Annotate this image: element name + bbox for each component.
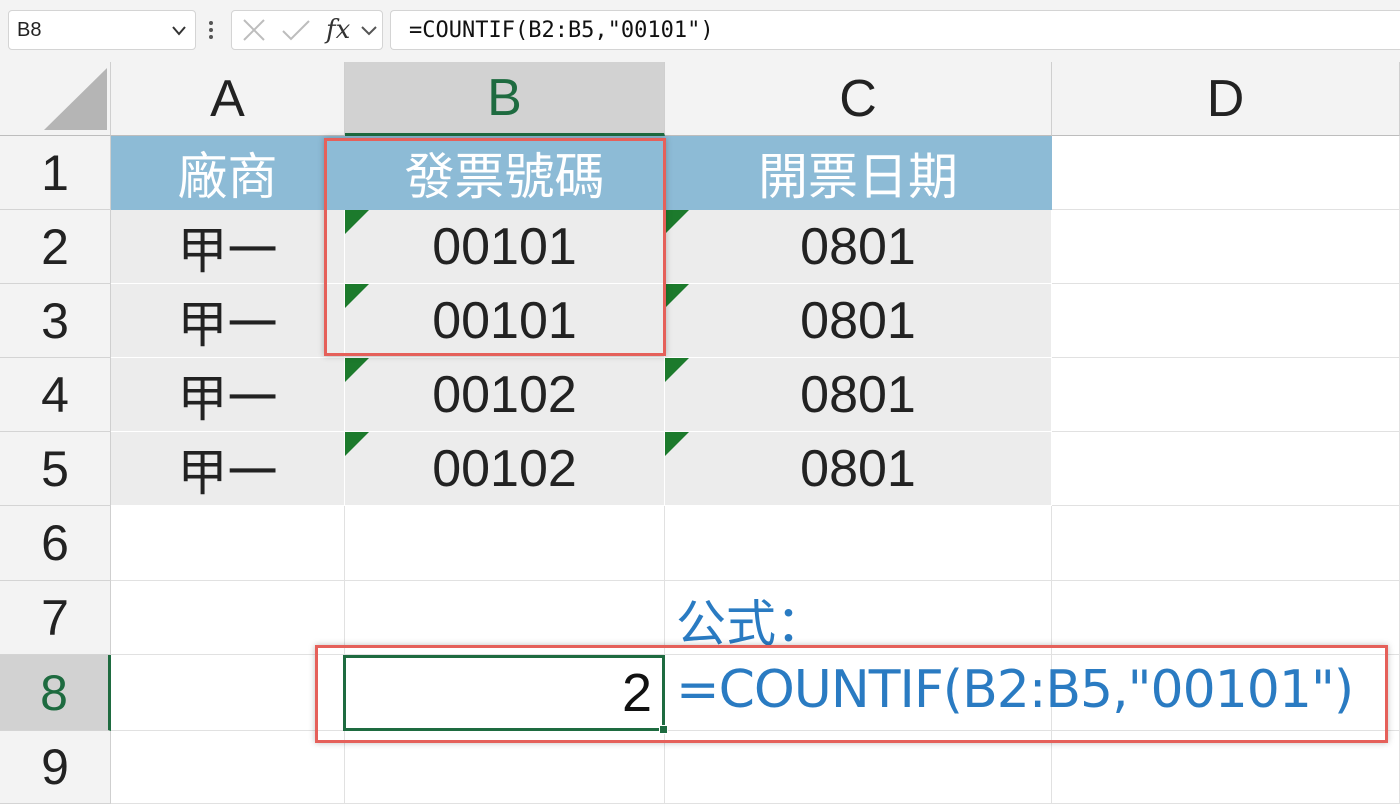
highlight-invoice-range <box>324 138 666 356</box>
highlight-result-row <box>315 645 1388 743</box>
text-number-indicator <box>345 432 369 456</box>
name-box-value: B8 <box>17 19 42 41</box>
row-header-6[interactable]: 6 <box>0 506 111 581</box>
cell-a8[interactable] <box>111 655 345 731</box>
cell-c3[interactable]: 0801 <box>665 284 1052 358</box>
row-header-8[interactable]: 8 <box>0 655 111 731</box>
cell-value: 0801 <box>800 217 916 276</box>
column-header-d[interactable]: D <box>1052 62 1400 136</box>
text-number-indicator <box>665 432 689 456</box>
cell-b4[interactable]: 00102 <box>345 358 665 432</box>
formula-controls: fx <box>231 10 383 50</box>
row-header-1[interactable]: 1 <box>0 136 111 210</box>
select-all-triangle-icon <box>44 68 107 130</box>
cell-a1[interactable]: 廠商 <box>111 136 345 210</box>
name-box[interactable]: B8 <box>8 10 196 50</box>
text-number-indicator <box>665 210 689 234</box>
text-number-indicator <box>665 358 689 382</box>
cell-c2[interactable]: 0801 <box>665 210 1052 284</box>
chevron-down-icon[interactable] <box>358 11 380 49</box>
column-header-b[interactable]: B <box>345 62 665 136</box>
cancel-icon[interactable] <box>240 11 268 49</box>
cell-a6[interactable] <box>111 506 345 581</box>
cell-value: 0801 <box>800 291 916 350</box>
cell-value: 00102 <box>432 365 577 424</box>
cell-b5[interactable]: 00102 <box>345 432 665 506</box>
cell-d6[interactable] <box>1052 506 1400 581</box>
enter-check-icon[interactable] <box>280 11 312 49</box>
row-header-3[interactable]: 3 <box>0 284 111 358</box>
row-header-7[interactable]: 7 <box>0 581 111 655</box>
column-header-a[interactable]: A <box>111 62 345 136</box>
cell-b7[interactable] <box>345 581 665 655</box>
cell-c6[interactable] <box>665 506 1052 581</box>
cell-a5[interactable]: 甲一 <box>111 432 345 506</box>
chevron-down-icon[interactable] <box>169 19 189 41</box>
formula-bar: B8 fx =COUNTIF(B2:B5,"00101") <box>0 0 1400 62</box>
cell-a9[interactable] <box>111 731 345 804</box>
cell-c1[interactable]: 開票日期 <box>665 136 1052 210</box>
cell-a2[interactable]: 甲一 <box>111 210 345 284</box>
cell-d1[interactable] <box>1052 136 1400 210</box>
row-header-5[interactable]: 5 <box>0 432 111 506</box>
cell-value: 00102 <box>432 439 577 498</box>
text-number-indicator <box>665 284 689 308</box>
cell-d2[interactable] <box>1052 210 1400 284</box>
cell-c4[interactable]: 0801 <box>665 358 1052 432</box>
formula-text: =COUNTIF(B2:B5,"00101") <box>409 18 714 43</box>
row-header-4[interactable]: 4 <box>0 358 111 432</box>
formula-input[interactable]: =COUNTIF(B2:B5,"00101") <box>390 10 1400 50</box>
row-header-9[interactable]: 9 <box>0 731 111 804</box>
column-header-c[interactable]: C <box>665 62 1052 136</box>
cell-a7[interactable] <box>111 581 345 655</box>
cell-a4[interactable]: 甲一 <box>111 358 345 432</box>
cell-d4[interactable] <box>1052 358 1400 432</box>
select-all-corner[interactable] <box>0 62 111 136</box>
insert-function-button[interactable]: fx <box>326 15 350 45</box>
cell-value: 0801 <box>800 439 916 498</box>
cell-d7[interactable] <box>1052 581 1400 655</box>
text-number-indicator <box>345 358 369 382</box>
cell-d5[interactable] <box>1052 432 1400 506</box>
cell-b6[interactable] <box>345 506 665 581</box>
cell-a3[interactable]: 甲一 <box>111 284 345 358</box>
cell-value: 0801 <box>800 365 916 424</box>
row-header-2[interactable]: 2 <box>0 210 111 284</box>
cell-c5[interactable]: 0801 <box>665 432 1052 506</box>
more-options-icon[interactable] <box>206 16 216 44</box>
cell-d3[interactable] <box>1052 284 1400 358</box>
